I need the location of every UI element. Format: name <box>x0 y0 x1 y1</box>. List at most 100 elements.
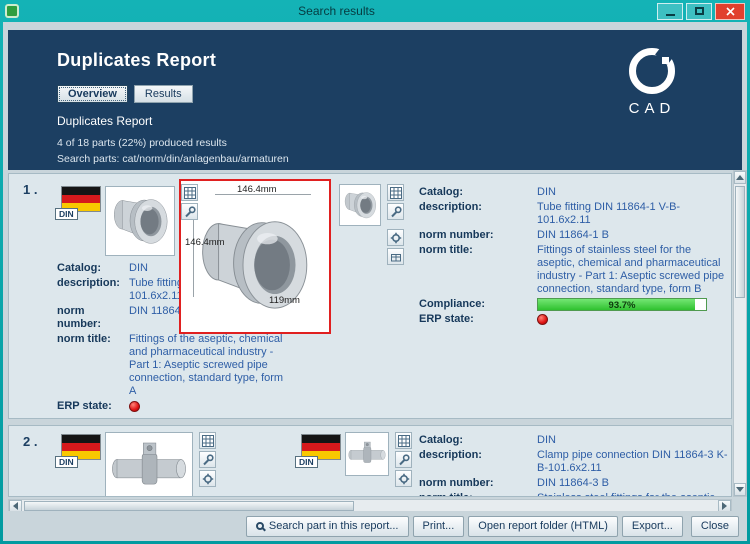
tools-button[interactable] <box>387 203 404 220</box>
gear-icon <box>397 472 410 485</box>
search-icon <box>255 522 264 530</box>
logo-ring-dot <box>662 57 669 64</box>
scroll-up-button[interactable] <box>734 171 746 184</box>
footer-close-button[interactable]: Close <box>690 515 739 537</box>
search-in-report-label: Search part in this report... <box>268 520 399 532</box>
close-button[interactable] <box>715 2 745 20</box>
settings-button[interactable] <box>387 229 404 246</box>
arrow-right-icon <box>722 502 727 510</box>
detail-row: description: Tube fitting DIN 11864-1 V-… <box>419 201 731 227</box>
detail-label: norm title: <box>419 492 537 496</box>
thumbnail-toolbar <box>181 184 198 220</box>
grid-icon <box>201 434 214 447</box>
erp-status-icon <box>537 314 548 325</box>
part-preview-enlarged[interactable]: 146.4mm 146.4mm 119mm <box>179 179 331 334</box>
germany-flag-icon: DIN <box>55 434 101 468</box>
report-header: Duplicates Report Overview Results Dupli… <box>8 30 742 170</box>
print-button[interactable]: Print... <box>412 515 465 537</box>
detail-row: norm title: Stainless steel fittings for… <box>419 492 731 496</box>
dimension-label-top: 146.4mm <box>237 184 277 195</box>
part-thumbnail[interactable] <box>105 186 175 256</box>
part-thumbnail[interactable] <box>105 432 193 496</box>
detail-label: norm number: <box>419 229 494 241</box>
detail-label: description: <box>57 277 120 289</box>
tab-overview[interactable]: Overview <box>57 85 128 103</box>
settings-button[interactable] <box>395 470 412 487</box>
din-flag-label: DIN <box>295 455 318 468</box>
detail-value: DIN 11864-3 B <box>537 477 609 489</box>
erp-status-icon <box>129 401 140 412</box>
detail-value: Fittings of the aseptic, chemical and ph… <box>129 333 284 397</box>
search-results-window: Search results Duplicates Report Overvie… <box>0 0 750 544</box>
settings-button[interactable] <box>199 470 216 487</box>
duplicate-part-details: Catalog: DIN description: Clamp pipe con… <box>419 434 731 496</box>
scroll-down-button[interactable] <box>734 483 746 496</box>
detail-value: DIN <box>537 434 556 446</box>
logo-ring-icon <box>629 42 677 94</box>
detail-value: Fittings of stainless steel for the asep… <box>537 244 725 295</box>
detail-row: Catalog: DIN <box>419 434 731 447</box>
grid-icon <box>397 434 410 447</box>
minimize-icon <box>665 13 675 16</box>
tools-button[interactable] <box>181 203 198 220</box>
open-report-folder-button[interactable]: Open report folder (HTML) <box>468 515 618 537</box>
tools-button[interactable] <box>199 451 216 468</box>
part-image <box>344 192 376 219</box>
detail-row: norm number: DIN 11864-3 B <box>419 477 731 490</box>
arrow-up-icon <box>736 175 744 180</box>
tab-results[interactable]: Results <box>133 85 193 103</box>
detail-value: Clamp pipe connection DIN 11864-3 K-B-10… <box>537 449 728 474</box>
part-image <box>348 441 386 463</box>
box-icon <box>390 253 401 261</box>
detail-label: ERP state: <box>419 313 474 325</box>
vertical-scroll-thumb[interactable] <box>735 186 745 298</box>
detail-label: description: <box>419 449 482 461</box>
maximize-button[interactable] <box>686 2 712 20</box>
brand-logo: CAD <box>614 42 690 117</box>
parts-box-button[interactable] <box>387 248 404 265</box>
duplicate-thumbnail[interactable] <box>339 184 381 226</box>
gear-icon <box>201 472 214 485</box>
window-title: Search results <box>298 4 375 18</box>
grid-icon <box>389 186 402 199</box>
table-view-button[interactable] <box>395 432 412 449</box>
report-subtitle: Duplicates Report <box>57 114 153 128</box>
window-body: Duplicates Report Overview Results Dupli… <box>3 22 747 541</box>
arrow-left-icon <box>13 502 18 510</box>
detail-value: DIN 11864-1 B <box>537 229 609 241</box>
grid-icon <box>183 186 196 199</box>
part-image <box>114 199 168 244</box>
minimize-button[interactable] <box>657 2 683 20</box>
tools-button[interactable] <box>395 451 412 468</box>
detail-label: Catalog: <box>57 262 101 274</box>
page-title: Duplicates Report <box>57 50 217 70</box>
horizontal-scroll-thumb[interactable] <box>24 501 354 511</box>
germany-flag-icon: DIN <box>55 186 101 220</box>
table-view-button[interactable] <box>181 184 198 201</box>
din-flag-label: DIN <box>55 455 78 468</box>
search-in-report-button[interactable]: Search part in this report... <box>245 515 409 537</box>
search-parts-path: Search parts: cat/norm/din/anlagenbau/ar… <box>57 153 289 165</box>
arrow-down-icon <box>736 487 744 492</box>
compliance-bar: 93.7% <box>537 298 707 311</box>
table-view-button[interactable] <box>199 432 216 449</box>
compliance-value: 93.7% <box>608 300 636 311</box>
result-entry-2: 2 . DIN DIN Catalog: DIN description: Cl… <box>8 425 732 497</box>
wrench-icon <box>202 453 214 465</box>
compliance-row: Compliance: 93.7% <box>419 298 731 311</box>
detail-row: Catalog: DIN <box>419 186 731 199</box>
detail-row: norm title: Fittings of stainless steel … <box>419 244 731 296</box>
detail-value: Tube fitting DIN 11864-1 V-B-101.6x2.11 <box>537 201 681 226</box>
footer-toolbar: Search part in this report... Print... O… <box>3 511 747 541</box>
logo-text: CAD <box>628 100 676 117</box>
maximize-icon <box>694 7 704 15</box>
detail-label: Catalog: <box>419 186 463 198</box>
duplicate-thumbnail[interactable] <box>345 432 389 476</box>
wrench-icon <box>390 205 402 217</box>
window-titlebar: Search results <box>0 0 750 22</box>
table-view-button[interactable] <box>387 184 404 201</box>
detail-row: norm title: Fittings of the aseptic, che… <box>57 333 292 398</box>
vertical-scrollbar[interactable] <box>733 170 747 497</box>
export-button[interactable]: Export... <box>621 515 683 537</box>
detail-label: Compliance: <box>419 298 486 310</box>
